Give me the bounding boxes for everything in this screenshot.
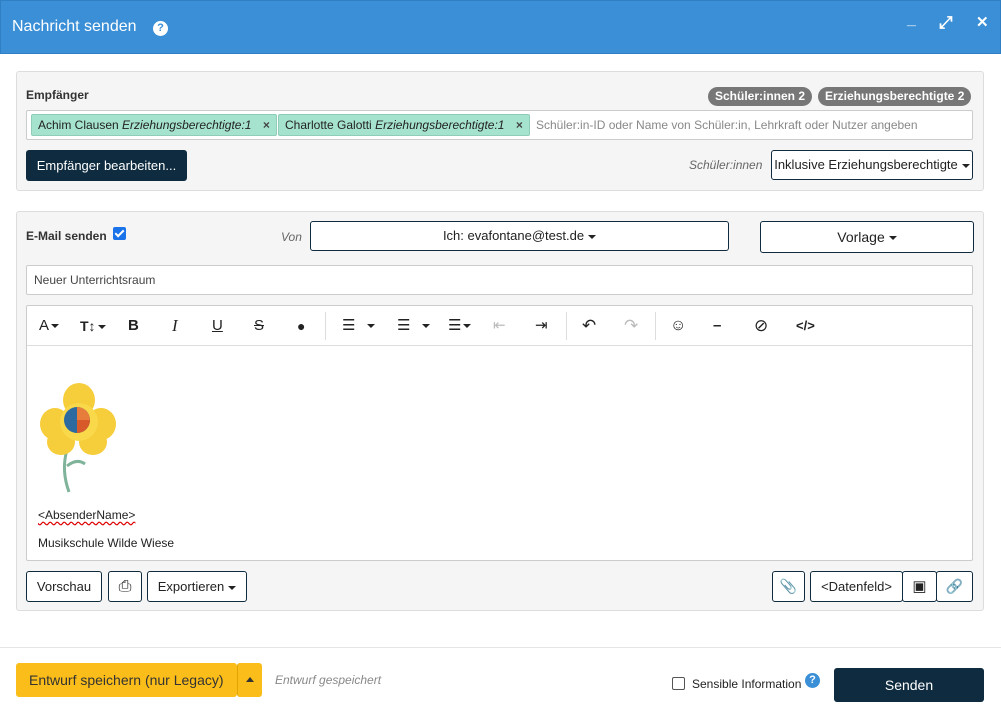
save-draft-options-button[interactable] <box>237 663 262 697</box>
preview-button[interactable]: Vorschau <box>26 571 102 602</box>
guardians-filter-dropdown[interactable]: Inklusive Erziehungsberechtigte <box>771 150 973 180</box>
font-icon: A <box>39 317 50 334</box>
chevron-down-icon <box>51 324 60 329</box>
strikethrough-icon[interactable]: S <box>254 315 264 337</box>
from-value: Ich: evafontane@test.de <box>442 228 585 243</box>
sensitive-checkbox[interactable] <box>672 677 685 690</box>
horizontal-rule-icon[interactable]: – <box>713 315 721 337</box>
undo-icon[interactable]: ↶ <box>582 315 596 337</box>
chevron-down-icon <box>422 324 431 329</box>
signature-name: <AbsenderName> <box>38 508 135 522</box>
from-dropdown[interactable]: Ich: evafontane@test.de <box>310 221 729 251</box>
recipient-tag-role: Erziehungsberechtigte:1 <box>375 118 505 132</box>
font-button[interactable]: A <box>39 315 60 337</box>
email-send-checkbox[interactable] <box>113 227 126 240</box>
text-size-button[interactable]: T↕ <box>80 315 106 337</box>
recipient-input[interactable]: Achim Clausen Erziehungsberechtigte:1 × … <box>26 110 973 140</box>
recipient-tag-name: Charlotte Galotti <box>285 118 372 132</box>
text-size-icon: T↕ <box>80 318 96 334</box>
attach-icon[interactable]: 📎 <box>772 571 805 602</box>
edit-recipients-button[interactable]: Empfänger bearbeiten... <box>26 150 187 181</box>
flower-logo-image <box>40 383 116 493</box>
help-icon[interactable]: ? <box>805 673 820 688</box>
redo-icon[interactable]: ↷ <box>624 315 638 337</box>
draft-status: Entwurf gespeichert <box>275 673 382 687</box>
toolbar-divider <box>655 312 656 340</box>
recipient-tag[interactable]: Charlotte Galotti Erziehungsberechtigte:… <box>278 114 530 136</box>
save-draft-button[interactable]: Entwurf speichern (nur Legacy) <box>16 663 237 697</box>
email-send-label: E-Mail senden <box>26 229 107 243</box>
guardians-filter-value: Inklusive Erziehungsberechtigte <box>774 157 958 172</box>
footer-divider <box>0 647 1001 648</box>
toolbar-divider <box>325 312 326 340</box>
align-icon: ☰ <box>448 317 462 334</box>
chevron-down-icon <box>588 234 597 239</box>
window-title: Nachricht senden <box>12 18 137 35</box>
signature-school: Musikschule Wilde Wiese <box>38 536 175 550</box>
editor-toolbar: A T↕ B I U S ● ☰ ☰ ☰ ⇤ ⇥ ↶ ↷ ☺ – ⊘ </> <box>27 306 972 346</box>
recipient-tag[interactable]: Achim Clausen Erziehungsberechtigte:1 × <box>31 114 277 136</box>
numbered-list-icon: ☰ <box>397 317 411 334</box>
badge-guardians[interactable]: Erziehungsberechtigte 2 <box>818 87 972 106</box>
recipient-tag-role: Erziehungsberechtigte:1 <box>122 118 252 132</box>
chevron-down-icon <box>228 585 237 590</box>
remove-tag-icon[interactable]: × <box>516 118 523 132</box>
chevron-down-icon <box>888 236 897 241</box>
maximize-icon[interactable]: ⤢ <box>939 13 953 33</box>
filter-label: Schüler:innen <box>689 158 763 172</box>
align-button[interactable]: ☰ <box>448 315 472 337</box>
help-icon[interactable]: ? <box>153 21 168 36</box>
minimize-icon[interactable]: _ <box>907 11 916 29</box>
outdent-icon[interactable]: ⇤ <box>493 315 506 337</box>
window-titlebar: Nachricht senden ? _ ⤢ ✕ <box>0 0 1001 54</box>
italic-icon[interactable]: I <box>172 315 178 337</box>
chevron-down-icon <box>367 324 376 329</box>
badge-students[interactable]: Schüler:innen 2 <box>708 87 813 106</box>
template-label: Vorlage <box>837 229 885 245</box>
clear-format-icon[interactable]: ⊘ <box>754 315 768 337</box>
template-dropdown[interactable]: Vorlage <box>760 221 974 253</box>
text-color-icon[interactable]: ● <box>297 315 305 337</box>
send-button[interactable]: Senden <box>834 668 984 702</box>
bullet-list-button[interactable]: ☰ <box>342 315 376 337</box>
recipient-tag-name: Achim Clausen <box>38 118 119 132</box>
remove-tag-icon[interactable]: × <box>263 118 270 132</box>
export-label: Exportieren <box>157 579 225 594</box>
recipient-placeholder: Schüler:in-ID oder Name von Schüler:in, … <box>536 118 918 132</box>
recipients-label: Empfänger <box>26 88 89 102</box>
numbered-list-button[interactable]: ☰ <box>397 315 431 337</box>
chevron-down-icon <box>97 325 106 330</box>
chevron-down-icon <box>463 324 472 329</box>
toolbar-divider <box>566 312 567 340</box>
caret-up-icon <box>246 677 254 682</box>
link-icon[interactable]: 🔗 <box>936 571 973 602</box>
chevron-down-icon <box>961 163 970 168</box>
image-icon[interactable]: ▣ <box>902 571 937 602</box>
sensitive-label: Sensible Information <box>692 677 802 691</box>
subject-input[interactable]: Neuer Unterrichtsraum <box>26 265 973 295</box>
bullet-list-icon: ☰ <box>342 317 356 334</box>
source-code-icon[interactable]: </> <box>796 315 815 337</box>
datafield-button[interactable]: <Datenfeld> <box>810 571 903 602</box>
indent-icon[interactable]: ⇥ <box>535 315 548 337</box>
from-label: Von <box>281 230 302 244</box>
bold-icon[interactable]: B <box>128 315 139 337</box>
export-dropdown[interactable]: Exportieren <box>147 571 247 602</box>
close-icon[interactable]: ✕ <box>976 13 989 31</box>
emoji-icon[interactable]: ☺ <box>670 315 686 337</box>
print-icon[interactable]: ⎙ <box>108 571 142 602</box>
signature-name-text: <AbsenderName> <box>38 508 136 522</box>
message-editor[interactable]: A T↕ B I U S ● ☰ ☰ ☰ ⇤ ⇥ ↶ ↷ ☺ – ⊘ </> <… <box>26 305 973 561</box>
underline-icon[interactable]: U <box>212 315 223 337</box>
